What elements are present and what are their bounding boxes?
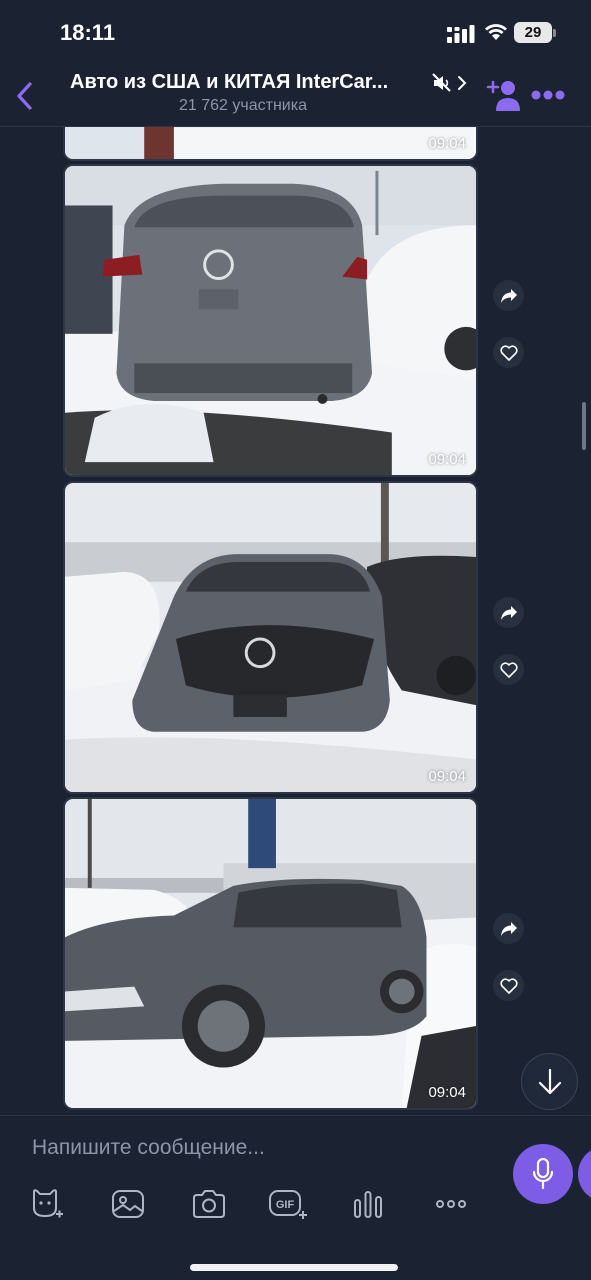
message-list[interactable]: 09:04 09:04 09:04 09:04 bbox=[0, 127, 591, 1115]
sticker-button[interactable] bbox=[24, 1184, 68, 1224]
photo-message[interactable]: 09:04 bbox=[63, 127, 478, 161]
photo-message[interactable]: 09:04 bbox=[63, 481, 478, 794]
like-button[interactable] bbox=[493, 337, 524, 368]
share-button[interactable] bbox=[493, 280, 524, 311]
sticker-icon bbox=[33, 1189, 63, 1218]
home-indicator[interactable] bbox=[190, 1264, 398, 1271]
scrollbar[interactable] bbox=[582, 402, 586, 450]
message-time: 09:04 bbox=[428, 451, 466, 468]
camera-button[interactable] bbox=[187, 1184, 231, 1224]
more-icon bbox=[436, 1200, 466, 1208]
car-rear-photo bbox=[65, 166, 476, 475]
poll-icon bbox=[354, 1191, 382, 1218]
heart-icon bbox=[499, 344, 518, 361]
gallery-button[interactable] bbox=[106, 1184, 150, 1224]
status-bar: 18:11 29 bbox=[0, 0, 591, 64]
gif-icon: GIF bbox=[269, 1190, 307, 1219]
message-time: 09:04 bbox=[428, 135, 466, 152]
like-button[interactable] bbox=[493, 654, 524, 685]
mute-icon bbox=[432, 73, 451, 92]
battery-tip bbox=[553, 29, 556, 37]
car-front-photo bbox=[65, 483, 476, 792]
photo-message[interactable]: 09:04 bbox=[63, 797, 478, 1110]
add-member-icon[interactable] bbox=[486, 79, 522, 113]
status-time: 18:11 bbox=[60, 20, 116, 45]
share-button[interactable] bbox=[493, 913, 524, 944]
wifi-icon bbox=[485, 24, 507, 40]
mic-icon bbox=[532, 1158, 554, 1190]
like-button[interactable] bbox=[493, 970, 524, 1001]
chevron-right-icon[interactable] bbox=[456, 75, 468, 91]
car-side-photo bbox=[65, 799, 476, 1108]
message-time: 09:04 bbox=[428, 768, 466, 785]
heart-icon bbox=[499, 977, 518, 994]
more-icon[interactable] bbox=[530, 89, 566, 101]
gif-button[interactable]: GIF bbox=[266, 1184, 310, 1224]
poll-button[interactable] bbox=[346, 1184, 390, 1224]
more-tools-button[interactable] bbox=[429, 1184, 473, 1224]
battery-icon: 29 bbox=[514, 22, 552, 43]
scroll-down-button[interactable] bbox=[521, 1053, 578, 1110]
mic-button[interactable] bbox=[513, 1144, 573, 1204]
share-button[interactable] bbox=[493, 597, 524, 628]
battery-level: 29 bbox=[524, 24, 542, 41]
heart-icon bbox=[499, 661, 518, 678]
message-input[interactable] bbox=[30, 1130, 494, 1166]
share-icon bbox=[500, 288, 517, 303]
camera-icon bbox=[193, 1190, 225, 1218]
message-time: 09:04 bbox=[428, 1084, 466, 1101]
car-photo bbox=[65, 127, 476, 159]
mic-button-shadow bbox=[578, 1146, 591, 1202]
share-icon bbox=[500, 605, 517, 620]
chat-title[interactable]: Авто из США и КИТАЯ InterCar... bbox=[70, 71, 388, 94]
chat-subtitle: 21 762 участника bbox=[179, 97, 307, 114]
back-icon[interactable] bbox=[14, 81, 34, 111]
composer: GIF bbox=[0, 1115, 591, 1280]
chat-header: Авто из США и КИТАЯ InterCar... 21 762 у… bbox=[0, 64, 591, 127]
share-icon bbox=[500, 921, 517, 936]
image-icon bbox=[112, 1190, 144, 1218]
signal-icon bbox=[447, 25, 475, 43]
gif-label: GIF bbox=[276, 1199, 295, 1211]
chat-screen: 18:11 29 Авто из США и КИТАЯ InterCar... bbox=[0, 0, 591, 1280]
photo-message[interactable]: 09:04 bbox=[63, 164, 478, 477]
arrow-down-icon bbox=[538, 1068, 561, 1094]
